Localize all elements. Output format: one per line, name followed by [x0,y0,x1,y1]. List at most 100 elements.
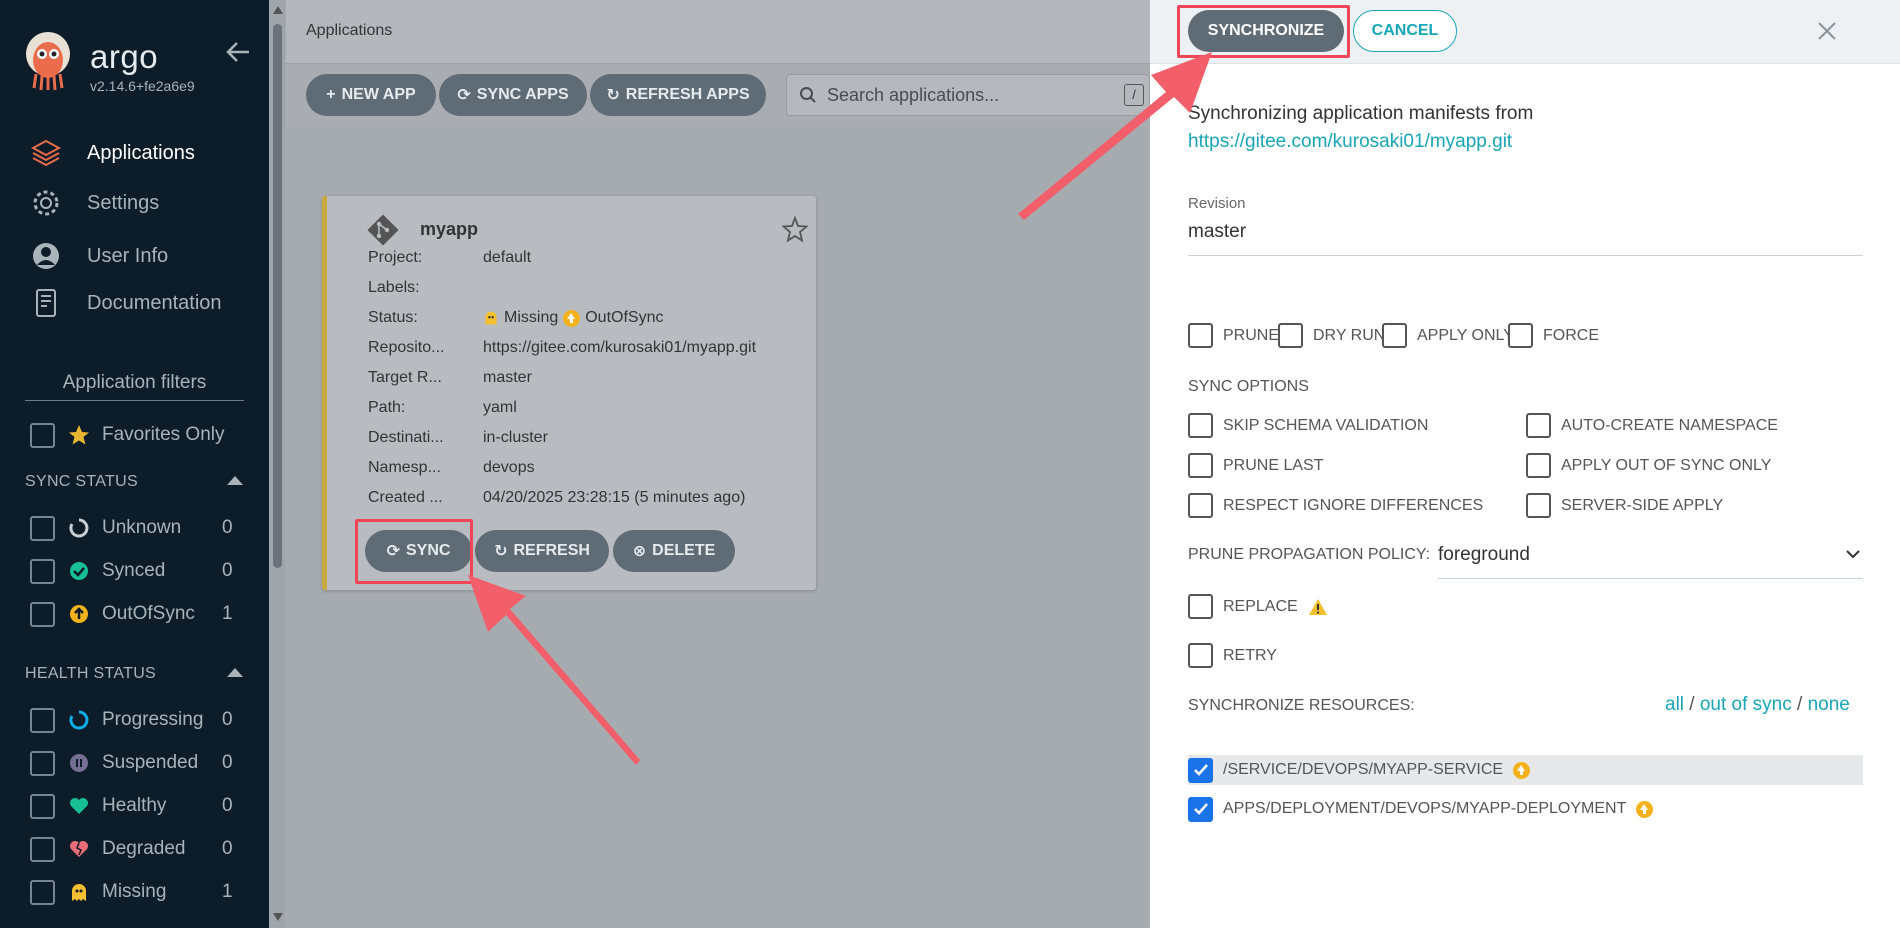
filter-synced[interactable]: Synced 0 [30,557,242,585]
sync-options-title: SYNC OPTIONS [1188,378,1309,395]
option-checkbox[interactable] [1526,413,1551,438]
revision-input[interactable]: master [1188,221,1863,256]
prune-policy-value: foreground [1438,544,1530,565]
flag-apply-only[interactable]: APPLY ONLY [1382,323,1514,348]
filter-missing[interactable]: Missing 1 [30,878,242,906]
filter-checkbox[interactable] [30,707,55,733]
resource-row[interactable]: /SERVICE/DEVOPS/MYAPP-SERVICE [1188,755,1863,785]
filter-unknown[interactable]: Unknown 0 [30,514,242,542]
refresh-button[interactable]: ↻ REFRESH [475,530,609,572]
filter-checkbox[interactable] [30,558,55,584]
flag-force[interactable]: FORCE [1508,323,1599,348]
collapse-arrow-icon[interactable] [225,40,251,64]
option-replace[interactable]: REPLACE [1188,594,1328,619]
synchronize-resources-title: SYNCHRONIZE RESOURCES: [1188,697,1415,714]
filter-checkbox[interactable] [30,750,55,776]
nav-user-info[interactable]: User Info [30,240,168,272]
option-checkbox[interactable] [1188,413,1213,438]
filter-count: 1 [222,881,233,902]
option-checkbox[interactable] [1526,453,1551,478]
button-label: REFRESH [513,542,590,559]
search-input[interactable]: Search applications... [786,74,1150,116]
version-label: v2.14.6+fe2a6e9 [90,78,195,94]
option-checkbox[interactable] [1526,493,1551,518]
retry-checkbox[interactable] [1188,643,1213,668]
filter-checkbox[interactable] [30,515,55,541]
arrow-up-circle-icon [1513,761,1531,779]
row-value: Missing OutOfSync [483,309,663,327]
filter-outofsync[interactable]: OutOfSync 1 [30,600,242,628]
sync-icon: ⟳ [457,87,471,104]
option-checkbox[interactable] [1188,493,1213,518]
favorites-checkbox[interactable] [30,422,55,448]
option-label: SERVER-SIDE APPLY [1561,496,1724,514]
sync-panel: SYNCHRONIZE CANCEL Synchronizing applica… [1150,0,1900,928]
option-skip-schema-validation[interactable]: SKIP SCHEMA VALIDATION [1188,413,1428,438]
filter-progressing[interactable]: Progressing 0 [30,706,242,734]
filter-healthy[interactable]: Healthy 0 [30,792,242,820]
flag-checkbox[interactable] [1382,323,1407,348]
filter-suspended[interactable]: Suspended 0 [30,749,242,777]
cancel-button[interactable]: CANCEL [1353,10,1457,52]
nav-applications[interactable]: Applications [30,137,195,169]
resource-selection-links: all / out of sync / none [1665,694,1850,716]
flag-checkbox[interactable] [1188,323,1213,348]
sync-status-title: SYNC STATUS [25,473,138,490]
option-apply-out-of-sync-only[interactable]: APPLY OUT OF SYNC ONLY [1526,453,1771,478]
argo-logo[interactable] [22,30,74,92]
row-value: in-cluster [483,429,548,446]
option-prune-last[interactable]: PRUNE LAST [1188,453,1323,478]
delete-button[interactable]: ⊗ DELETE [613,530,735,572]
select-none-link[interactable]: none [1808,694,1850,715]
resource-checkbox[interactable] [1188,757,1213,783]
resource-row[interactable]: APPS/DEPLOYMENT/DEVOPS/MYAPP-DEPLOYMENT [1188,794,1863,824]
scroll-down-icon[interactable] [273,913,283,921]
separator: / [1797,694,1803,715]
filter-checkbox[interactable] [30,879,55,905]
refresh-apps-button[interactable]: ↻ REFRESH APPS [590,74,766,116]
separator: / [1689,694,1695,715]
filter-degraded[interactable]: Degraded 0 [30,835,242,863]
select-out-of-sync-link[interactable]: out of sync [1700,694,1792,715]
replace-checkbox[interactable] [1188,594,1213,619]
resource-checkbox[interactable] [1188,796,1213,822]
sync-apps-button[interactable]: ⟳ SYNC APPS [439,74,587,116]
option-auto-create-namespace[interactable]: AUTO-CREATE NAMESPACE [1526,413,1778,438]
option-retry[interactable]: RETRY [1188,643,1277,668]
favorite-star-icon[interactable] [782,216,808,242]
app-name[interactable]: myapp [420,219,478,240]
flag-prune[interactable]: PRUNE [1188,323,1279,348]
row-value: https://gitee.com/kurosaki01/myapp.git [483,339,757,356]
select-all-link[interactable]: all [1665,694,1684,715]
card-row-repository: Reposito... https://gitee.com/kurosaki01/… [368,339,756,357]
option-respect-ignore-differences[interactable]: RESPECT IGNORE DIFFERENCES [1188,493,1483,518]
scroll-thumb[interactable] [273,24,282,568]
filter-checkbox[interactable] [30,601,55,627]
sidebar-scrollbar[interactable] [270,0,285,928]
row-value: yaml [483,399,517,416]
option-checkbox[interactable] [1188,453,1213,478]
filter-label: Unknown [102,517,182,538]
nav-documentation[interactable]: Documentation [30,287,222,319]
collapse-caret-icon[interactable] [227,668,243,677]
check-circle-icon [68,560,90,582]
heart-broken-icon [68,838,90,860]
filter-label: Synced [102,560,166,581]
nav-settings[interactable]: Settings [30,187,159,219]
collapse-caret-icon[interactable] [227,476,243,485]
close-icon[interactable] [1816,20,1838,42]
filter-checkbox[interactable] [30,836,55,862]
filter-checkbox[interactable] [30,793,55,819]
option-server-side-apply[interactable]: SERVER-SIDE APPLY [1526,493,1723,518]
repo-url-link[interactable]: https://gitee.com/kurosaki01/myapp.git [1188,131,1512,153]
scroll-up-icon[interactable] [273,6,283,14]
favorites-filter[interactable]: Favorites Only [30,421,224,449]
prune-policy-select[interactable]: foreground [1438,540,1863,579]
flag-checkbox[interactable] [1508,323,1533,348]
filter-label: Healthy [102,795,167,816]
flag-dry-run[interactable]: DRY RUN [1278,323,1385,348]
sync-status: OutOfSync [585,309,664,326]
delete-icon: ⊗ [632,543,647,560]
flag-checkbox[interactable] [1278,323,1303,348]
new-app-button[interactable]: + NEW APP [306,74,436,116]
